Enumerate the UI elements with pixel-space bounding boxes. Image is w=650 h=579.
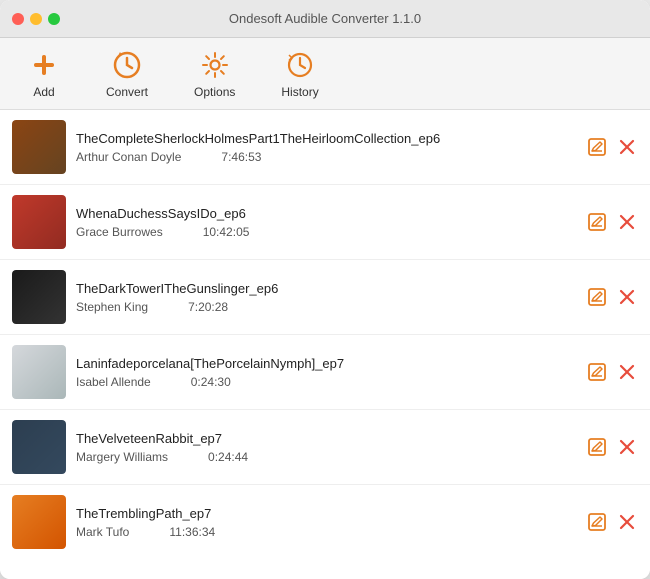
item-author: Grace Burrowes bbox=[76, 225, 163, 239]
item-actions bbox=[586, 361, 638, 383]
item-duration: 7:46:53 bbox=[221, 150, 261, 164]
item-title: TheCompleteSherlockHolmesPart1TheHeirloo… bbox=[76, 131, 576, 146]
close-button[interactable] bbox=[12, 13, 24, 25]
item-title: Laninfadeporcelana[ThePorcelainNymph]_ep… bbox=[76, 356, 576, 371]
item-info: Laninfadeporcelana[ThePorcelainNymph]_ep… bbox=[76, 356, 576, 389]
history-label: History bbox=[281, 85, 318, 99]
item-duration: 10:42:05 bbox=[203, 225, 250, 239]
add-icon bbox=[28, 49, 60, 81]
options-icon bbox=[199, 49, 231, 81]
item-meta: Isabel Allende 0:24:30 bbox=[76, 375, 576, 389]
item-title: WhenaDuchessSaysIDo_ep6 bbox=[76, 206, 576, 221]
list-item: WhenaDuchessSaysIDo_ep6 Grace Burrowes 1… bbox=[0, 185, 650, 260]
remove-button[interactable] bbox=[616, 361, 638, 383]
item-duration: 0:24:30 bbox=[191, 375, 231, 389]
remove-button[interactable] bbox=[616, 211, 638, 233]
item-meta: Mark Tufo 11:36:34 bbox=[76, 525, 576, 539]
window-title: Ondesoft Audible Converter 1.1.0 bbox=[229, 11, 421, 26]
edit-button[interactable] bbox=[586, 211, 608, 233]
minimize-button[interactable] bbox=[30, 13, 42, 25]
options-label: Options bbox=[194, 85, 235, 99]
list-item: TheTremblingPath_ep7 Mark Tufo 11:36:34 bbox=[0, 485, 650, 559]
item-meta: Arthur Conan Doyle 7:46:53 bbox=[76, 150, 576, 164]
item-author: Isabel Allende bbox=[76, 375, 151, 389]
maximize-button[interactable] bbox=[48, 13, 60, 25]
cover-art bbox=[12, 345, 66, 399]
add-label: Add bbox=[33, 85, 54, 99]
item-author: Arthur Conan Doyle bbox=[76, 150, 181, 164]
item-info: WhenaDuchessSaysIDo_ep6 Grace Burrowes 1… bbox=[76, 206, 576, 239]
item-actions bbox=[586, 211, 638, 233]
list-item: TheCompleteSherlockHolmesPart1TheHeirloo… bbox=[0, 110, 650, 185]
list-item: TheDarkTowerITheGunslinger_ep6 Stephen K… bbox=[0, 260, 650, 335]
list-item: TheVelveteenRabbit_ep7 Margery Williams … bbox=[0, 410, 650, 485]
edit-button[interactable] bbox=[586, 361, 608, 383]
item-author: Margery Williams bbox=[76, 450, 168, 464]
remove-button[interactable] bbox=[616, 436, 638, 458]
item-duration: 0:24:44 bbox=[208, 450, 248, 464]
list-item: Laninfadeporcelana[ThePorcelainNymph]_ep… bbox=[0, 335, 650, 410]
remove-button[interactable] bbox=[616, 286, 638, 308]
content-list: TheCompleteSherlockHolmesPart1TheHeirloo… bbox=[0, 110, 650, 579]
item-title: TheDarkTowerITheGunslinger_ep6 bbox=[76, 281, 576, 296]
history-icon bbox=[284, 49, 316, 81]
item-title: TheVelveteenRabbit_ep7 bbox=[76, 431, 576, 446]
history-toolbar-item[interactable]: History bbox=[273, 45, 326, 103]
convert-toolbar-item[interactable]: Convert bbox=[98, 45, 156, 103]
item-duration: 11:36:34 bbox=[169, 525, 215, 539]
item-meta: Grace Burrowes 10:42:05 bbox=[76, 225, 576, 239]
cover-art bbox=[12, 495, 66, 549]
item-actions bbox=[586, 136, 638, 158]
item-meta: Stephen King 7:20:28 bbox=[76, 300, 576, 314]
add-toolbar-item[interactable]: Add bbox=[20, 45, 68, 103]
edit-button[interactable] bbox=[586, 511, 608, 533]
options-toolbar-item[interactable]: Options bbox=[186, 45, 243, 103]
cover-art bbox=[12, 420, 66, 474]
edit-button[interactable] bbox=[586, 136, 608, 158]
item-info: TheCompleteSherlockHolmesPart1TheHeirloo… bbox=[76, 131, 576, 164]
cover-art bbox=[12, 120, 66, 174]
traffic-lights bbox=[12, 13, 60, 25]
item-actions bbox=[586, 286, 638, 308]
item-title: TheTremblingPath_ep7 bbox=[76, 506, 576, 521]
item-author: Mark Tufo bbox=[76, 525, 129, 539]
title-bar: Ondesoft Audible Converter 1.1.0 bbox=[0, 0, 650, 38]
cover-art bbox=[12, 195, 66, 249]
edit-button[interactable] bbox=[586, 286, 608, 308]
convert-label: Convert bbox=[106, 85, 148, 99]
item-duration: 7:20:28 bbox=[188, 300, 228, 314]
item-info: TheTremblingPath_ep7 Mark Tufo 11:36:34 bbox=[76, 506, 576, 539]
item-meta: Margery Williams 0:24:44 bbox=[76, 450, 576, 464]
cover-art bbox=[12, 270, 66, 324]
item-actions bbox=[586, 511, 638, 533]
remove-button[interactable] bbox=[616, 511, 638, 533]
item-info: TheVelveteenRabbit_ep7 Margery Williams … bbox=[76, 431, 576, 464]
remove-button[interactable] bbox=[616, 136, 638, 158]
edit-button[interactable] bbox=[586, 436, 608, 458]
toolbar: Add Convert Options bbox=[0, 38, 650, 110]
item-author: Stephen King bbox=[76, 300, 148, 314]
convert-icon bbox=[111, 49, 143, 81]
item-actions bbox=[586, 436, 638, 458]
app-window: Ondesoft Audible Converter 1.1.0 Add bbox=[0, 0, 650, 579]
item-info: TheDarkTowerITheGunslinger_ep6 Stephen K… bbox=[76, 281, 576, 314]
